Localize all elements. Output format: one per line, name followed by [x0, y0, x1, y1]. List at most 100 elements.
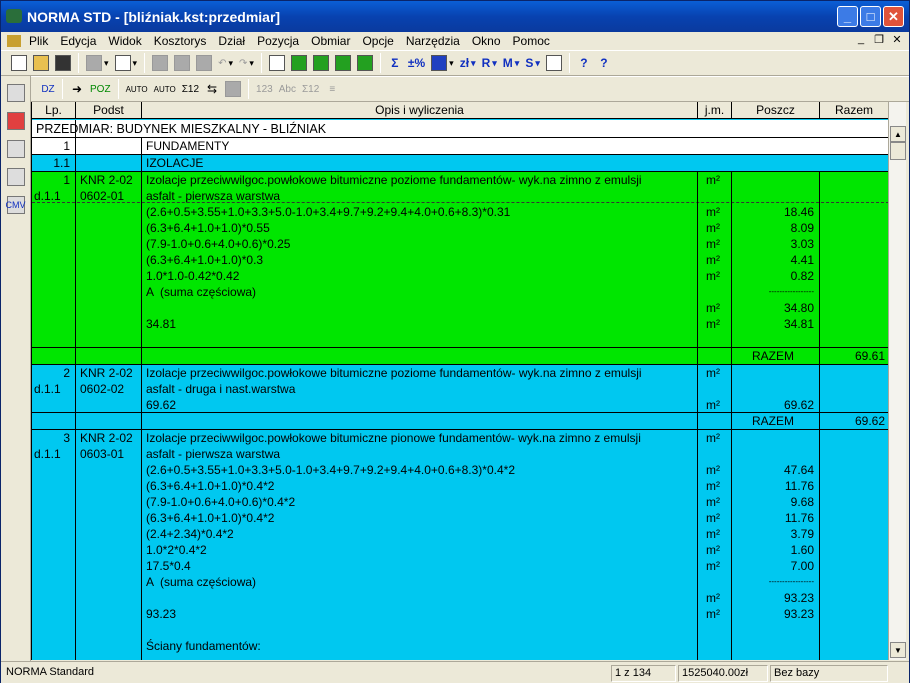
save-icon — [55, 55, 71, 71]
tree-view-button[interactable] — [267, 53, 287, 73]
add-position-button[interactable]: POZ — [88, 79, 113, 99]
col-opis-header[interactable]: Opis i wyliczenia — [142, 102, 698, 119]
indent-button[interactable]: ⇆ — [203, 79, 221, 99]
sidebar-d-icon[interactable] — [6, 140, 25, 158]
find-next-button[interactable] — [172, 53, 192, 73]
menu-obmiar[interactable]: Obmiar — [305, 34, 356, 48]
mdi-minimize-button[interactable]: _ — [853, 33, 869, 47]
equipment-s-button[interactable]: S — [523, 53, 542, 73]
pos3-jm: m² — [706, 431, 720, 445]
scroll-thumb[interactable] — [890, 142, 906, 160]
menu-kosztorys[interactable]: Kosztorys — [148, 34, 213, 48]
minimize-button[interactable]: _ — [837, 6, 858, 27]
context-help-button[interactable]: ? — [595, 53, 613, 73]
mdi-close-button[interactable]: ✕ — [889, 33, 905, 47]
help-button[interactable]: ? — [575, 53, 593, 73]
pos1-line-jm: m² — [706, 237, 720, 251]
scroll-up-button[interactable]: ▲ — [890, 126, 906, 142]
open-file-button[interactable] — [31, 53, 51, 73]
col-lp-header[interactable]: Lp. — [32, 102, 76, 119]
document-icon[interactable] — [7, 35, 21, 47]
mdi-restore-button[interactable]: ❐ — [871, 33, 887, 47]
abc-icon: Abc — [278, 83, 296, 95]
preview-button[interactable] — [113, 53, 140, 73]
col-jm-header[interactable]: j.m. — [698, 102, 732, 119]
view-mode-4-button[interactable] — [355, 53, 375, 73]
menu-pozycja[interactable]: Pozycja — [251, 34, 305, 48]
view-mode-3-button[interactable] — [333, 53, 353, 73]
undo-button[interactable]: ↶ — [216, 53, 235, 73]
pos1-dashed-divider — [32, 202, 888, 203]
pos3-dashes: ----------------- — [768, 577, 814, 586]
sum-button[interactable]: Σ — [386, 53, 404, 73]
pos3-final-jm: m² — [706, 607, 720, 621]
list-format-button[interactable]: ≡ — [323, 79, 341, 99]
menu-pomoc[interactable]: Pomoc — [507, 34, 556, 48]
print-button[interactable] — [84, 53, 111, 73]
percent-button[interactable]: ±% — [406, 53, 427, 73]
sum-format-button[interactable]: Σ12 — [300, 79, 321, 99]
przedmiar-grid[interactable]: Lp. Podst Opis i wyliczenia j.m. Poszcz … — [31, 102, 888, 660]
pos1-line-expr: (2.6+0.5+3.55+1.0+3.3+5.0-1.0+3.4+9.7+9.… — [146, 205, 511, 219]
arrow-right-button[interactable]: ➜ — [68, 79, 86, 99]
currency-button[interactable]: zł — [458, 53, 478, 73]
vertical-scrollbar[interactable]: ▲ ▼ — [888, 102, 906, 660]
n123-icon: 123 — [256, 83, 273, 95]
sigma12-gray-icon: Σ12 — [301, 83, 320, 95]
pos3-line-jm: m² — [706, 511, 720, 525]
menu-widok[interactable]: Widok — [102, 34, 147, 48]
auto-button-2[interactable]: AUTO — [152, 79, 178, 99]
new-file-button[interactable] — [9, 53, 29, 73]
sidebar-palette-icon[interactable] — [6, 112, 25, 130]
eraser-icon — [545, 55, 562, 71]
col-podst-header[interactable]: Podst — [76, 102, 142, 119]
pos3-line-value: 7.00 — [790, 559, 814, 573]
view-mode-1-button[interactable] — [289, 53, 309, 73]
close-button[interactable]: ✕ — [883, 6, 904, 27]
sidebar-cmv-icon[interactable]: CMV — [6, 196, 26, 214]
labour-r-button[interactable]: R — [480, 53, 499, 73]
left-sidebar: CMV — [1, 76, 31, 661]
pos1-razem-value: 69.61 — [854, 349, 885, 363]
sum12-button[interactable]: Σ12 — [180, 79, 201, 99]
pos3-podst-1: KNR 2-02 — [80, 431, 133, 445]
pos1-final-jm: m² — [706, 317, 720, 331]
table-button[interactable] — [429, 53, 456, 73]
menu-narzedzia[interactable]: Narzędzia — [400, 34, 466, 48]
undo-icon: ↶ — [218, 57, 227, 69]
toolbar-separator — [568, 53, 570, 73]
menu-plik[interactable]: Plik — [23, 34, 54, 48]
col-razem-header[interactable]: Razem — [820, 102, 888, 119]
auto-button-1[interactable]: AUTO — [124, 79, 150, 99]
table-icon — [431, 55, 448, 71]
materials-m-button[interactable]: M — [501, 53, 522, 73]
save-button[interactable] — [53, 53, 73, 73]
maximize-button[interactable]: □ — [860, 6, 881, 27]
menu-opcje[interactable]: Opcje — [356, 34, 399, 48]
status-base: Bez bazy — [770, 665, 888, 682]
menu-dzial[interactable]: Dział — [212, 34, 251, 48]
add-section-button[interactable]: DZ — [39, 79, 57, 99]
menu-okno[interactable]: Okno — [466, 34, 507, 48]
section11-name: IZOLACJE — [146, 156, 204, 170]
main-toolbar: ↶ ↷ Σ ±% zł R M S ? ? — [1, 50, 909, 76]
delete-button[interactable] — [223, 79, 243, 99]
scroll-down-button[interactable]: ▼ — [890, 642, 906, 658]
status-app: NORMA Standard — [6, 666, 95, 678]
sidebar-pointer-icon[interactable] — [6, 168, 25, 186]
sidebar-calculator-icon[interactable] — [6, 84, 25, 102]
filter-button[interactable] — [194, 53, 214, 73]
col-poszcz-header[interactable]: Poszcz — [732, 102, 820, 119]
pos1-line-value: 4.41 — [790, 253, 814, 267]
pos2-expr: 69.62 — [146, 398, 177, 412]
numeric-format-button[interactable]: 123 — [254, 79, 275, 99]
find-button[interactable] — [150, 53, 170, 73]
redo-button[interactable]: ↷ — [237, 53, 256, 73]
position-toolbar: DZ ➜ POZ AUTO AUTO Σ12 ⇆ 123 Abc Σ12 ≡ — [31, 76, 909, 102]
grid-header: Lp. Podst Opis i wyliczenia j.m. Poszcz … — [32, 102, 888, 119]
eraser-button[interactable] — [544, 53, 564, 73]
arrow-right-icon: ➜ — [71, 82, 83, 96]
view-mode-2-button[interactable] — [311, 53, 331, 73]
text-format-button[interactable]: Abc — [277, 79, 298, 99]
menu-edycja[interactable]: Edycja — [54, 34, 102, 48]
